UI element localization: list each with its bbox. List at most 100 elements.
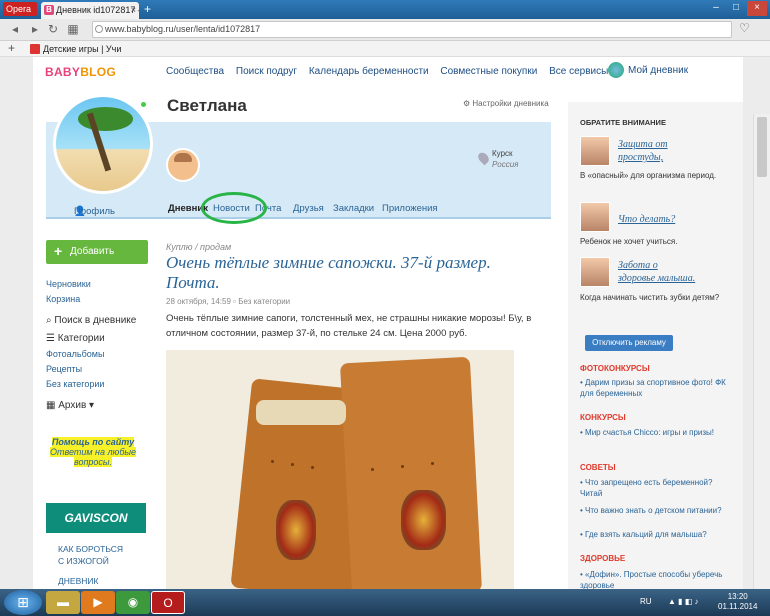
post-category[interactable]: Куплю / продам: [166, 242, 231, 252]
chevron-down-icon: ▾: [86, 400, 95, 411]
nav-joint-purchases[interactable]: Совместные покупки: [440, 66, 537, 77]
chrome-taskbar-icon[interactable]: ◉: [116, 591, 150, 614]
close-window-button[interactable]: ×: [747, 1, 767, 16]
top-nav: Сообщества Поиск подруг Календарь береме…: [166, 66, 617, 77]
post-uncategorized[interactable]: Без категории: [238, 297, 290, 306]
new-tab-button[interactable]: +: [144, 3, 151, 16]
nav-pregnancy-calendar[interactable]: Календарь беременности: [309, 66, 429, 77]
drafts-link[interactable]: Черновики: [46, 279, 91, 289]
stud: [311, 466, 314, 469]
promo-desc-3: Когда начинать чистить зубки детям?: [580, 293, 720, 302]
country: Россия: [492, 160, 519, 169]
minimize-button[interactable]: –: [707, 1, 725, 16]
language-indicator[interactable]: RU: [640, 597, 652, 606]
fur-fold: [256, 400, 346, 425]
stud: [401, 465, 404, 468]
promo-link-3a: Забота о: [618, 260, 658, 271]
promo-image[interactable]: [580, 136, 610, 166]
ad-link-2[interactable]: С ИЗЖОГОЙ: [58, 556, 109, 566]
tip-link-3[interactable]: • Где взять кальций для малыша?: [580, 529, 735, 540]
tab-apps[interactable]: Приложения: [382, 203, 438, 214]
online-indicator-icon: [141, 102, 146, 107]
archive-toggle[interactable]: ▦ Архив ▾: [46, 400, 94, 411]
add-bookmark-icon[interactable]: +: [8, 41, 15, 55]
promo-image[interactable]: [580, 202, 610, 232]
start-button[interactable]: ⊞: [4, 590, 42, 615]
photo-contest-link[interactable]: • Дарим призы за спортивное фото! ФК для…: [580, 377, 735, 399]
category-photoalbums[interactable]: Фотоальбомы: [46, 349, 104, 359]
nav-find-friends[interactable]: Поиск подруг: [236, 66, 297, 77]
babyblog-logo[interactable]: BABYBLOG: [45, 65, 116, 79]
reload-icon[interactable]: ↻: [46, 22, 60, 37]
health-link[interactable]: • «Дофин». Простые способы уберечь здоро…: [580, 569, 735, 589]
scrollbar-thumb[interactable]: [757, 117, 767, 177]
speed-dial-icon[interactable]: ▦: [66, 22, 80, 37]
tip-link-2[interactable]: • Что важно знать о детском питании?: [580, 505, 735, 516]
post-date: 28 октября, 14:59: [166, 297, 231, 306]
post-meta: 28 октября, 14:59 ▫ Без категории: [166, 297, 290, 306]
tab-title: Дневник id1072817 – Bab: [56, 5, 139, 15]
windows-taskbar: ⊞ ▬ ▶ ◉ O RU ▲ ▮ ◧ ♪ 13:20 01.11.2014: [0, 589, 770, 616]
promo-link-3[interactable]: Забота о здоровье малыша.: [618, 259, 695, 285]
contests-heading: КОНКУРСЫ: [580, 413, 626, 422]
post-body: Очень тёплые зимние сапоги, толстенный м…: [166, 313, 532, 339]
promo-link-1[interactable]: Защита от простуды,: [618, 138, 668, 164]
help-subtitle-1: Ответим на любые: [49, 447, 137, 457]
clock-date: 01.11.2014: [718, 602, 758, 611]
logo-part-baby: BABY: [45, 65, 81, 79]
my-diary-link[interactable]: Мой дневник: [608, 62, 688, 79]
promo-image[interactable]: [580, 257, 610, 287]
media-player-taskbar-icon[interactable]: ▶: [81, 591, 115, 614]
back-arrow-icon[interactable]: ◂: [8, 22, 22, 37]
promo-link-2[interactable]: Что делать?: [618, 213, 675, 226]
location: Курск Россия: [476, 149, 519, 169]
heart-icon[interactable]: ♡: [739, 21, 750, 35]
nav-communities[interactable]: Сообщества: [166, 66, 224, 77]
bookmark-label: Детские игры | Учи: [43, 44, 122, 54]
browser-tab[interactable]: B Дневник id1072817 – Bab ×: [41, 2, 139, 19]
tab-close-icon[interactable]: ×: [131, 2, 136, 18]
opera-taskbar-icon[interactable]: O: [151, 591, 185, 614]
forward-arrow-icon[interactable]: ▸: [28, 22, 42, 37]
tray-icons[interactable]: ▲ ▮ ◧ ♪: [668, 597, 699, 606]
browser-titlebar: Opera B Дневник id1072817 – Bab × + – □ …: [0, 0, 770, 19]
friend-avatar[interactable]: [166, 148, 200, 182]
diary-settings-link[interactable]: ⚙ Настройки дневника: [463, 99, 549, 108]
add-post-button[interactable]: Добавить запись: [46, 239, 148, 281]
clock-time: 13:20: [727, 592, 748, 601]
maximize-button[interactable]: □: [727, 1, 745, 16]
right-sidebar: ОБРАТИТЕ ВНИМАНИЕ Защита от простуды, В «…: [568, 102, 743, 589]
categories-toggle[interactable]: ☰ Категории: [46, 333, 105, 344]
tab-bookmarks[interactable]: Закладки: [333, 203, 374, 214]
profile-name: Светлана: [167, 96, 247, 115]
contest-link[interactable]: • Мир счастья Chicco: игры и призы!: [580, 427, 735, 438]
disable-ads-button[interactable]: Отключить рекламу: [585, 335, 673, 351]
nav-all-services[interactable]: Все сервисы: [549, 66, 608, 77]
site-help[interactable]: Помощь по сайту Ответим на любые вопросы…: [38, 437, 148, 477]
ad-link-1[interactable]: КАК БОРОТЬСЯ: [58, 544, 123, 554]
profile-avatar[interactable]: [53, 94, 153, 194]
opera-menu-button[interactable]: Opera: [3, 2, 37, 16]
url-text: www.babyblog.ru/user/lenta/id1072817: [105, 24, 261, 34]
stud: [291, 463, 294, 466]
system-clock[interactable]: 13:20 01.11.2014: [718, 592, 757, 612]
categories-label: Категории: [57, 333, 105, 344]
url-field[interactable]: www.babyblog.ru/user/lenta/id1072817: [92, 21, 732, 38]
tab-friends[interactable]: Друзья: [293, 203, 324, 214]
explorer-taskbar-icon[interactable]: ▬: [46, 591, 80, 614]
ad-link-3[interactable]: ДНЕВНИК: [58, 576, 98, 586]
bookmark-item[interactable]: Детские игры | Учи: [30, 42, 121, 56]
category-uncategorized[interactable]: Без категории: [46, 379, 104, 389]
gaviscon-ad[interactable]: GAVISCON: [46, 503, 146, 533]
search-in-diary[interactable]: ⌕ Поиск в дневнике: [46, 315, 136, 326]
stud: [371, 468, 374, 471]
vertical-scrollbar[interactable]: [753, 114, 770, 589]
page-content: BABYBLOG Сообщества Поиск подруг Календа…: [33, 57, 743, 589]
tab-profile-label: Профиль: [74, 206, 116, 217]
post-title[interactable]: Очень тёплые зимние сапожки. 37-й размер…: [166, 253, 546, 293]
post-photo[interactable]: [166, 350, 514, 589]
tips-heading: СОВЕТЫ: [580, 463, 616, 472]
category-recipes[interactable]: Рецепты: [46, 364, 82, 374]
tip-link-1[interactable]: • Что запрещено есть беременной? Читай: [580, 477, 735, 499]
trash-link[interactable]: Корзина: [46, 294, 80, 304]
